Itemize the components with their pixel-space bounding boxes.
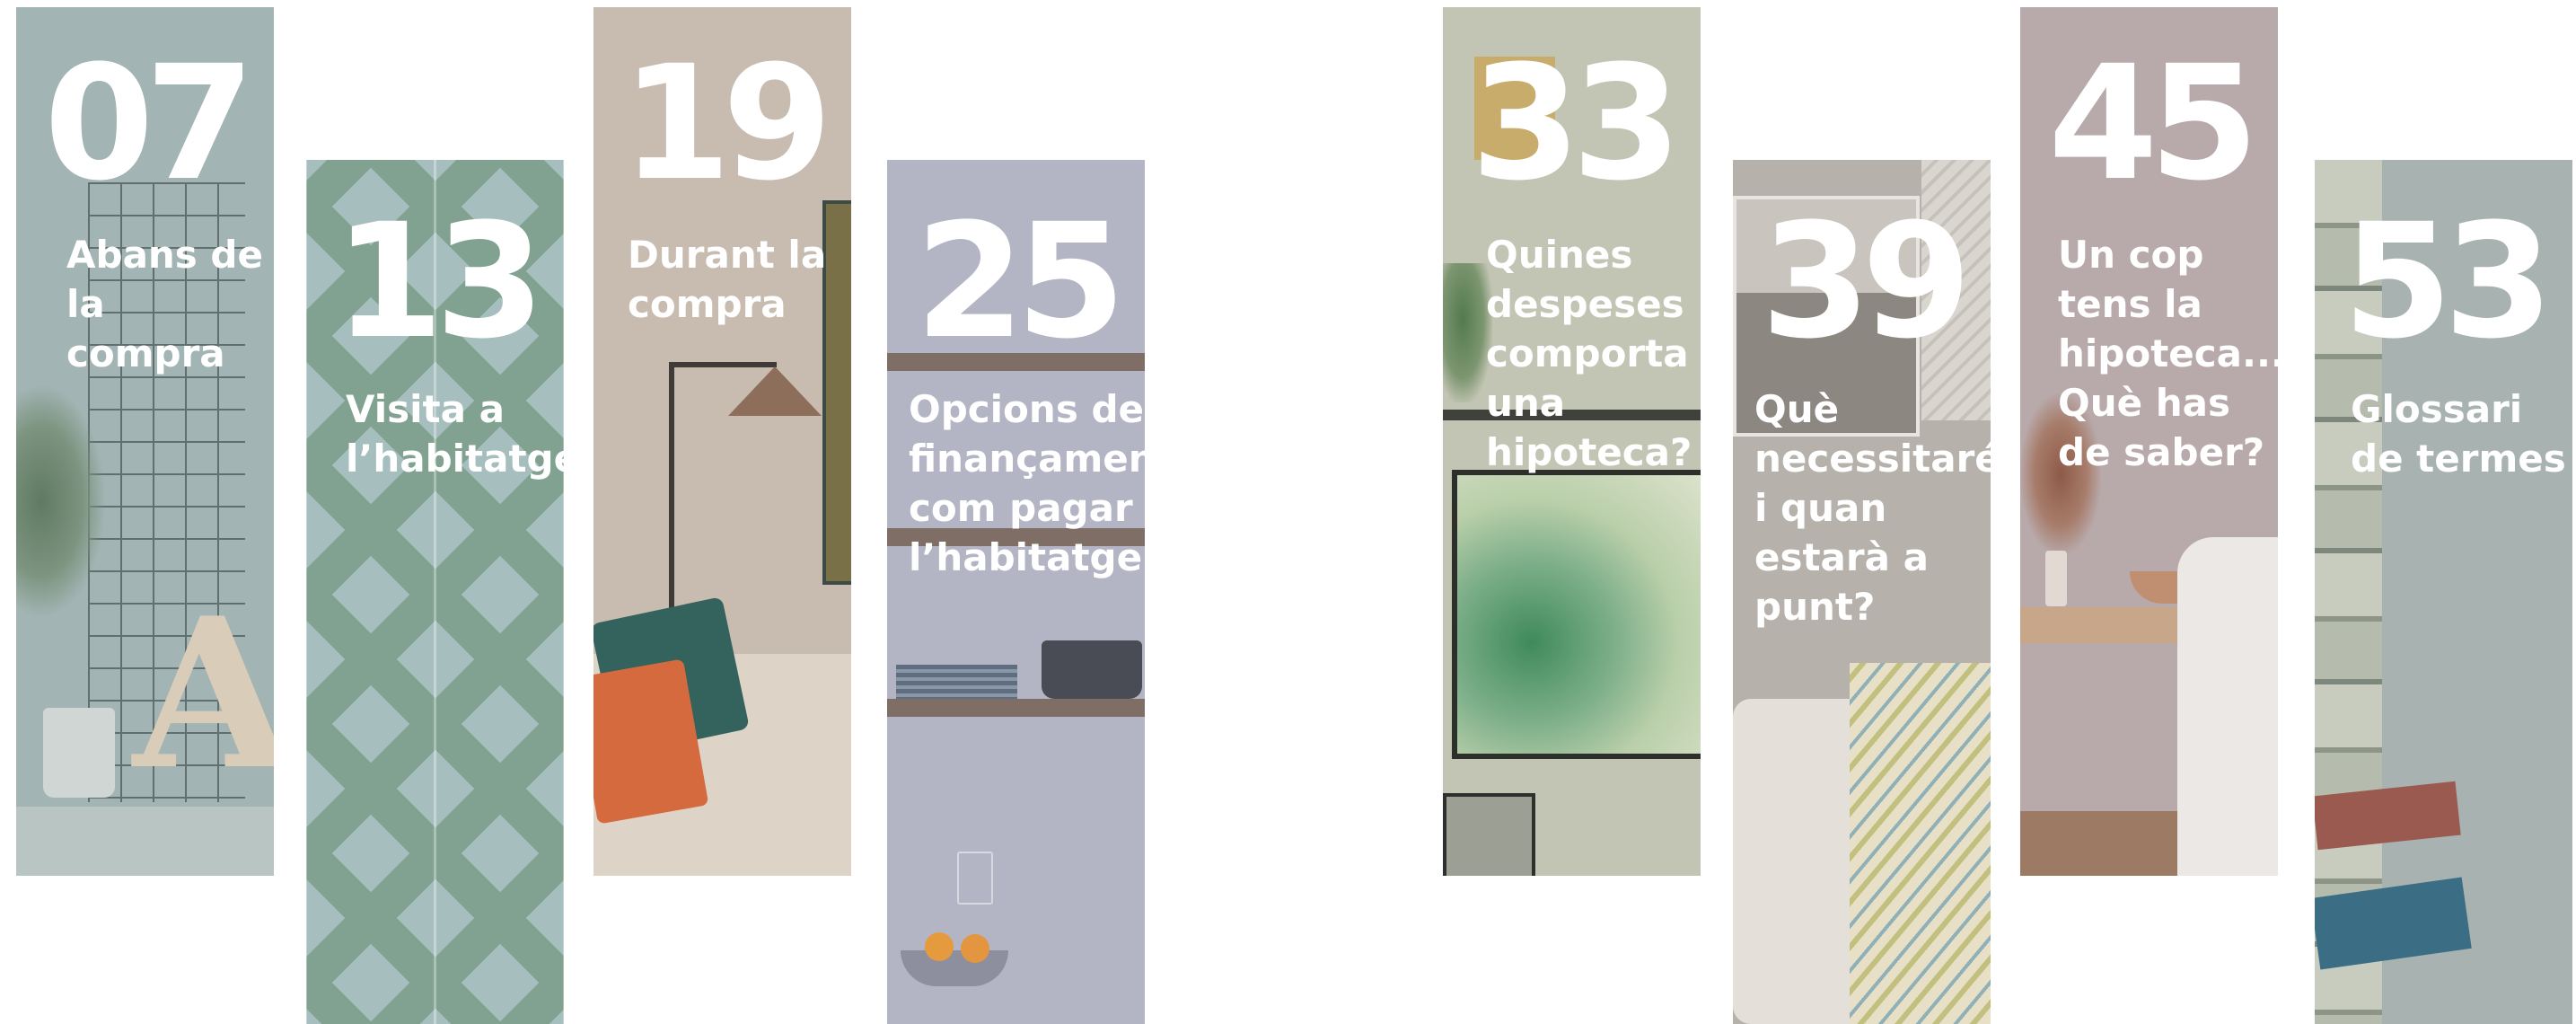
chapter-title: Un cop tens la hipoteca... Què has de sa…	[2058, 233, 2278, 474]
orange-decoration	[925, 932, 954, 961]
chapter-panel-07[interactable]: A 07 Abans de la compra	[16, 7, 274, 876]
chapter-panel-19[interactable]: 19 Durant la compra	[593, 7, 851, 876]
pot-decoration	[1042, 640, 1142, 699]
chapter-number: 33	[1471, 31, 1682, 216]
shelf-decoration	[16, 807, 274, 876]
cactus-pot-decoration	[43, 708, 115, 798]
chapter-panel-25[interactable]: 25 Opcions de finançament: com pagar l’h…	[887, 160, 1145, 1024]
bed-sheet-decoration	[2177, 537, 2278, 876]
bottle-decoration	[2045, 551, 2067, 606]
chapter-title: Quines despeses comporta una hipoteca?	[1486, 233, 1692, 474]
chapter-number: 13	[334, 190, 545, 374]
letter-a-decoration: A	[133, 573, 274, 816]
plant-decoration	[16, 384, 106, 618]
chapter-panel-33[interactable]: 33 Quines despeses comporta una hipoteca…	[1443, 7, 1701, 876]
outlet-decoration	[957, 852, 993, 905]
chapter-number: 19	[621, 31, 832, 216]
chapter-number: 45	[2048, 31, 2259, 216]
orange-decoration	[961, 934, 989, 963]
lamp-shade-decoration	[728, 366, 822, 416]
chapter-title: Durant la compra	[628, 233, 827, 326]
chapter-title: Opcions de finançament: com pagar l’habi…	[909, 387, 1145, 579]
plant-decoration	[1443, 263, 1492, 402]
leaf-artwork-decoration	[1452, 470, 1701, 759]
chapter-panel-13[interactable]: 13 Visita a l’habitatge	[306, 160, 564, 1024]
striped-pillow-decoration	[1850, 663, 1991, 1024]
lamp-pole-decoration	[669, 362, 674, 622]
fruit-bowl-decoration	[901, 950, 1008, 986]
chapter-panel-53[interactable]: 53 Glossari de termes	[2315, 160, 2572, 1024]
chapter-number: 53	[2343, 190, 2554, 374]
chapter-panel-45[interactable]: 45 Un cop tens la hipoteca... Què has de…	[2020, 7, 2278, 876]
chapter-number: 39	[1761, 190, 1972, 374]
chapter-title: Glossari de termes	[2351, 387, 2566, 481]
chapter-number: 07	[44, 31, 255, 216]
shelf-decoration	[887, 699, 1145, 717]
chapter-panel-39[interactable]: 39 Què necessitaré i quan estarà a punt?	[1733, 160, 1991, 1024]
plates-decoration	[896, 665, 1017, 699]
chapter-title: Què necessitaré i quan estarà a punt?	[1754, 387, 1991, 629]
chapter-title: Visita a l’habitatge	[346, 387, 564, 481]
chapter-number: 25	[915, 190, 1126, 374]
chapter-title: Abans de la compra	[66, 233, 263, 375]
small-frame-decoration	[1443, 793, 1535, 876]
